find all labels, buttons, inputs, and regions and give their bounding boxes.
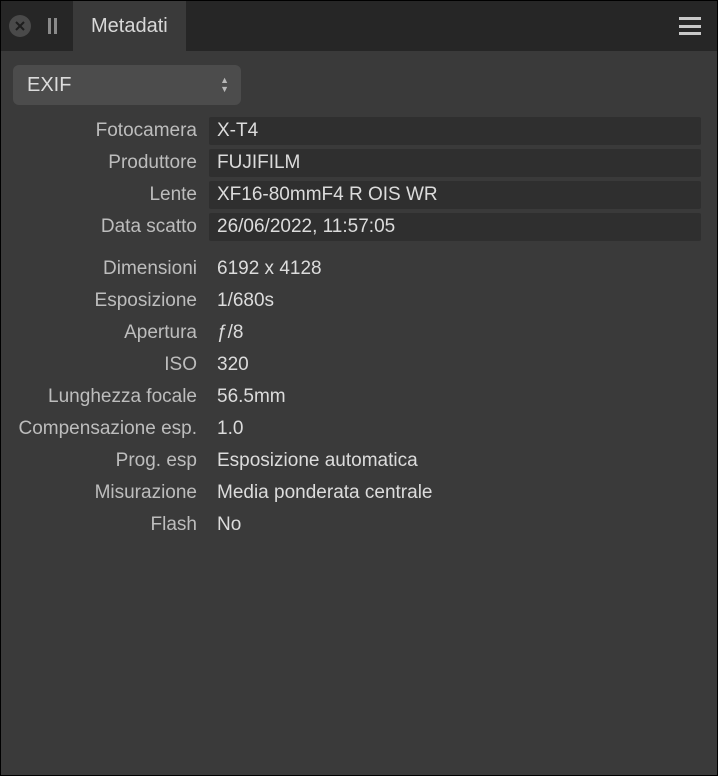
lens-value[interactable]: XF16-80mmF4 R OIS WR	[209, 181, 701, 209]
iso-value: 320	[209, 352, 701, 378]
panel-header: Metadati	[1, 1, 717, 51]
field-row-iso: ISO 320	[1, 349, 701, 381]
field-row-compensation: Compensazione esp. 1.0	[1, 413, 701, 445]
dropdown-selected-label: EXIF	[27, 74, 71, 97]
menu-button[interactable]	[679, 17, 701, 35]
field-row-metering: Misurazione Media ponderata centrale	[1, 477, 701, 509]
field-row-camera: Fotocamera X-T4	[1, 115, 701, 147]
field-label: Lunghezza focale	[1, 386, 209, 408]
field-label: Flash	[1, 514, 209, 536]
dimensions-value: 6192 x 4128	[209, 256, 701, 282]
pause-icon-bar	[48, 18, 51, 34]
tab-metadata[interactable]: Metadati	[73, 1, 186, 51]
fields-container: Fotocamera X-T4 Produttore FUJIFILM Lent…	[1, 115, 717, 541]
close-button[interactable]	[9, 15, 31, 37]
hamburger-icon-bar	[679, 32, 701, 35]
maker-value[interactable]: FUJIFILM	[209, 149, 701, 177]
tab-label: Metadati	[91, 15, 168, 38]
metadata-type-select[interactable]: EXIF ▲▼	[13, 65, 241, 105]
field-row-flash: Flash No	[1, 509, 701, 541]
compensation-value: 1.0	[209, 416, 701, 442]
hamburger-icon-bar	[679, 17, 701, 20]
field-row-focal: Lunghezza focale 56.5mm	[1, 381, 701, 413]
program-value: Esposizione automatica	[209, 448, 701, 474]
metadata-panel: Metadati EXIF ▲▼ Fotocamera X-T4 Produtt…	[0, 0, 718, 776]
field-label: Esposizione	[1, 290, 209, 312]
aperture-value: ƒ/8	[209, 320, 701, 346]
metering-value: Media ponderata centrale	[209, 480, 701, 506]
pause-icon-bar	[54, 18, 57, 34]
camera-value[interactable]: X-T4	[209, 117, 701, 145]
field-row-program: Prog. esp Esposizione automatica	[1, 445, 701, 477]
field-label: Dimensioni	[1, 258, 209, 280]
field-row-aperture: Apertura ƒ/8	[1, 317, 701, 349]
pause-button[interactable]	[43, 17, 61, 35]
field-label: Prog. esp	[1, 450, 209, 472]
field-label: Data scatto	[1, 216, 209, 238]
field-row-maker: Produttore FUJIFILM	[1, 147, 701, 179]
field-row-exposure: Esposizione 1/680s	[1, 285, 701, 317]
field-row-date: Data scatto 26/06/2022, 11:57:05	[1, 211, 701, 243]
exposure-value: 1/680s	[209, 288, 701, 314]
chevron-updown-icon: ▲▼	[220, 77, 229, 93]
field-label: Produttore	[1, 152, 209, 174]
field-label: Fotocamera	[1, 120, 209, 142]
date-value[interactable]: 26/06/2022, 11:57:05	[209, 213, 701, 241]
dropdown-row: EXIF ▲▼	[1, 51, 717, 115]
field-row-dimensions: Dimensioni 6192 x 4128	[1, 253, 701, 285]
focal-value: 56.5mm	[209, 384, 701, 410]
close-icon	[15, 21, 25, 31]
field-label: Misurazione	[1, 482, 209, 504]
hamburger-icon-bar	[679, 25, 701, 28]
field-label: ISO	[1, 354, 209, 376]
flash-value: No	[209, 512, 701, 538]
field-label: Apertura	[1, 322, 209, 344]
field-row-lens: Lente XF16-80mmF4 R OIS WR	[1, 179, 701, 211]
field-label: Lente	[1, 184, 209, 206]
field-label: Compensazione esp.	[1, 418, 209, 440]
